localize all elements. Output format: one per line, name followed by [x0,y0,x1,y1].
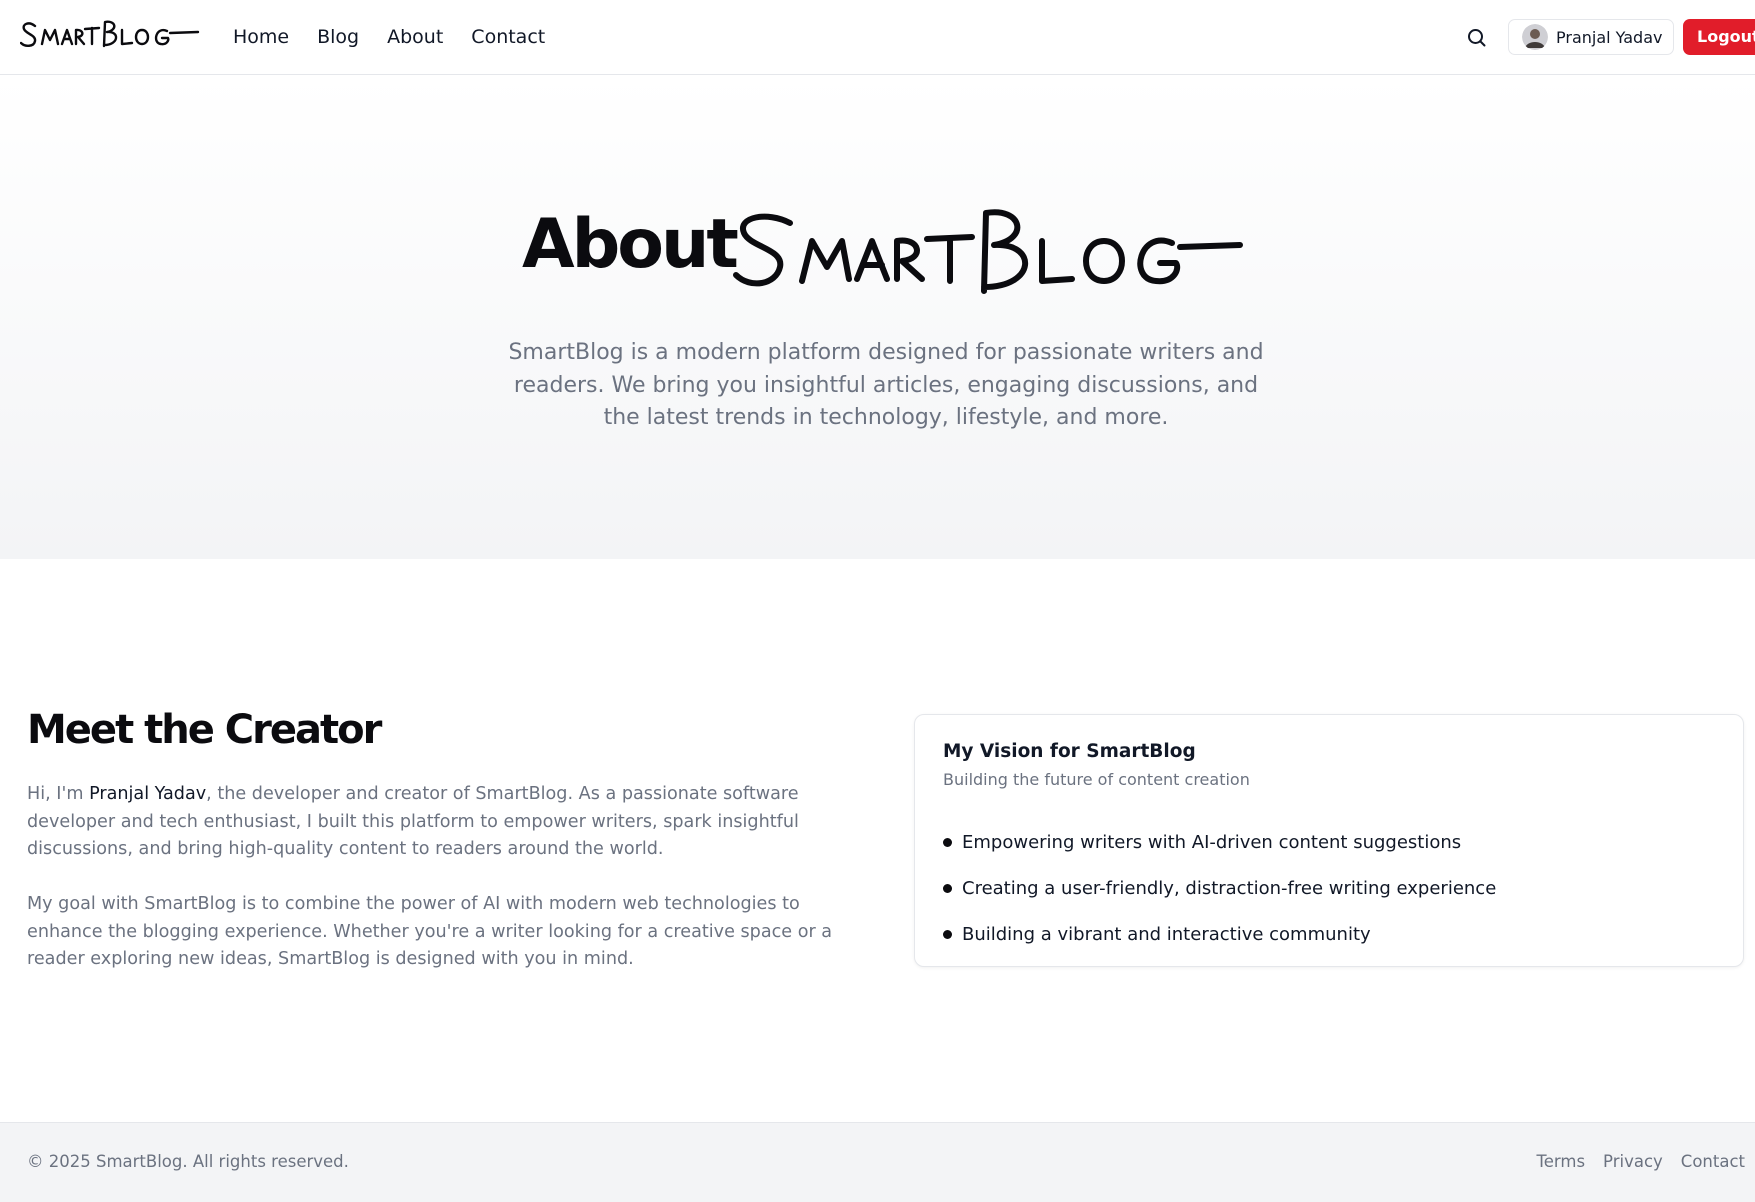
creator-intro-prefix: Hi, I'm [27,784,90,804]
vision-card-subtitle: Building the future of content creation [943,770,1250,789]
footer-copyright: © 2025 SmartBlog. All rights reserved. [27,1152,349,1171]
nav-home-link[interactable]: Home [233,22,289,52]
bullet-icon [943,929,952,939]
footer-contact-link[interactable]: Contact [1681,1150,1745,1174]
vision-item-text: Creating a user-friendly, distraction-fr… [962,877,1497,899]
bullet-icon [943,883,952,893]
search-icon[interactable] [1463,24,1491,52]
user-avatar [1522,24,1548,50]
user-name: Pranjal Yadav [1556,27,1663,47]
vision-item-text: Building a vibrant and interactive commu… [962,923,1371,945]
about-hero: About SmartBlog is a modern platform des… [0,75,1755,559]
logout-button[interactable]: Logout [1683,19,1755,55]
vision-list: Empowering writers with AI-driven conten… [943,819,1496,957]
main-nav: Home Blog About Contact [233,22,545,52]
creator-intro-paragraph: Hi, I'm Pranjal Yadav, the developer and… [27,781,867,864]
creator-goal-paragraph: My goal with SmartBlog is to combine the… [27,894,833,970]
smartblog-logo[interactable] [19,16,200,56]
bullet-icon [943,837,952,847]
user-menu-button[interactable]: Pranjal Yadav [1508,19,1674,55]
vision-card: My Vision for SmartBlog Building the fut… [914,714,1744,967]
vision-list-item: Creating a user-friendly, distraction-fr… [943,865,1496,911]
nav-contact-link[interactable]: Contact [471,22,545,52]
vision-card-title: My Vision for SmartBlog [943,741,1196,762]
vision-list-item: Empowering writers with AI-driven conten… [943,819,1496,865]
vision-list-item: Building a vibrant and interactive commu… [943,911,1496,957]
creator-section-title: Meet the Creator [27,707,382,753]
site-footer: © 2025 SmartBlog. All rights reserved. T… [0,1122,1755,1202]
footer-links: Terms Privacy Contact [1536,1150,1745,1174]
hero-smartblog-logo [732,203,1244,303]
vision-item-text: Empowering writers with AI-driven conten… [962,831,1462,853]
hero-title-about: About [522,205,739,284]
nav-blog-link[interactable]: Blog [317,22,359,52]
footer-terms-link[interactable]: Terms [1536,1150,1585,1174]
creator-name: Pranjal Yadav [89,784,207,804]
footer-privacy-link[interactable]: Privacy [1603,1150,1663,1174]
nav-about-link[interactable]: About [387,22,443,52]
site-header: Home Blog About Contact Pranjal Yadav Lo… [0,0,1755,75]
hero-description: SmartBlog is a modern platform designed … [508,340,1264,430]
